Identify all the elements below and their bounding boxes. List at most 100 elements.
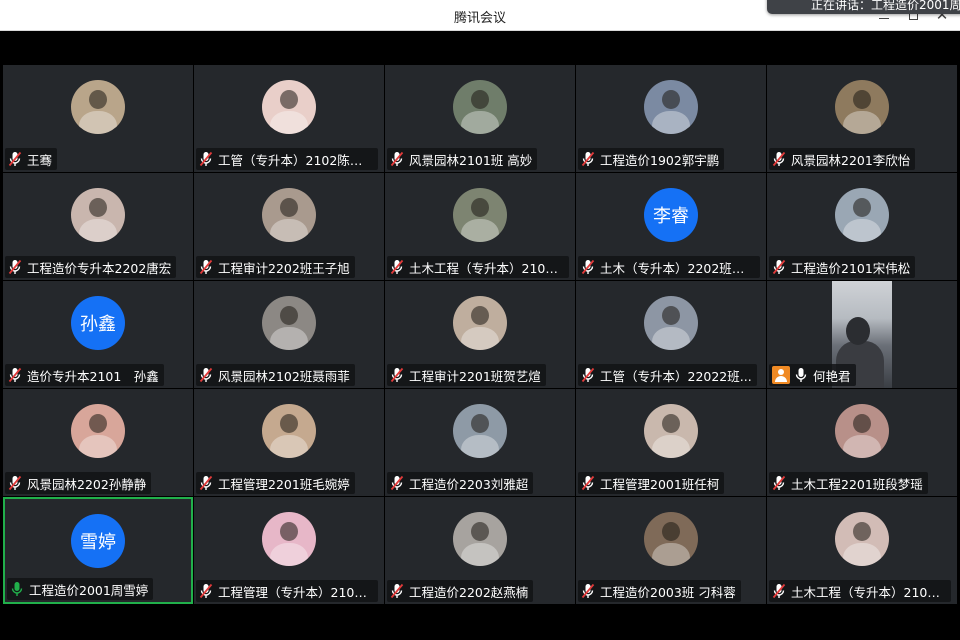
participant-gallery: 王骞 工管（专升本）2102陈佳... 风景园林2101班 高妙 工程造价1902郭宇… (3, 65, 957, 605)
mic-muted-icon (772, 151, 786, 167)
avatar (453, 296, 507, 350)
participant-tile[interactable]: 工程造价专升本2202唐宏 (3, 173, 193, 280)
participant-tile[interactable]: 雪婷工程造价2001周雪婷 (3, 497, 193, 604)
participant-label: 工程造价2001周雪婷 (7, 578, 154, 600)
participant-name: 工程审计2201班贺艺煊 (409, 368, 541, 384)
avatar (835, 80, 889, 134)
mic-muted-icon (8, 151, 22, 167)
participant-tile[interactable]: 工程审计2202班王子旭 (194, 173, 384, 280)
mic-muted-icon (581, 583, 595, 599)
participant-name: 工程管理2001班任柯 (600, 476, 720, 492)
avatar: 雪婷 (71, 514, 125, 568)
participant-label: 工程造价专升本2202唐宏 (5, 256, 177, 278)
mic-muted-icon (390, 367, 404, 383)
mic-muted-icon (8, 259, 22, 275)
participant-label: 工程审计2202班王子旭 (196, 256, 355, 278)
participant-tile[interactable]: 工程造价2101宋伟松 (767, 173, 957, 280)
participant-label: 工程管理2001班任柯 (578, 472, 725, 494)
participant-tile[interactable]: 风景园林2202孙静静 (3, 389, 193, 496)
avatar (71, 188, 125, 242)
participant-name: 土木工程（专升本）2102... (791, 584, 946, 600)
participant-label: 工程造价2202赵燕楠 (387, 580, 534, 602)
participant-name: 工程管理2201班毛婉婷 (218, 476, 350, 492)
avatar (644, 296, 698, 350)
avatar (262, 188, 316, 242)
avatar (453, 188, 507, 242)
avatar (644, 404, 698, 458)
participant-label: 工程造价2003班 刁科蓉 (578, 580, 741, 602)
participant-tile[interactable]: 土木工程2201班段梦瑶 (767, 389, 957, 496)
participant-tile[interactable]: 土木工程（专升本）2102... (767, 497, 957, 604)
participant-name: 工管（专升本）2102陈佳... (218, 152, 373, 168)
mic-muted-icon (581, 151, 595, 167)
participant-tile[interactable]: 李睿土木（专升本）2202班李... (576, 173, 766, 280)
participant-label: 工程造价2203刘雅超 (387, 472, 534, 494)
participant-label: 风景园林2102班聂雨菲 (196, 364, 355, 386)
participant-label: 工程造价1902郭宇鹏 (578, 148, 725, 170)
participant-name: 工程造价2003班 刁科蓉 (600, 584, 736, 600)
avatar (262, 296, 316, 350)
participant-name: 风景园林2102班聂雨菲 (218, 368, 350, 384)
mic-muted-icon (390, 475, 404, 491)
mic-muted-icon (772, 259, 786, 275)
participant-tile[interactable]: 工程管理2001班任柯 (576, 389, 766, 496)
participant-label: 工程管理2201班毛婉婷 (196, 472, 355, 494)
participant-tile[interactable]: 工管（专升本）22022班... (576, 281, 766, 388)
avatar: 李睿 (644, 188, 698, 242)
host-icon (772, 366, 790, 384)
mic-muted-icon (772, 583, 786, 599)
participant-tile[interactable]: 工程造价1902郭宇鹏 (576, 65, 766, 172)
participant-label: 工程造价2101宋伟松 (769, 256, 916, 278)
participant-tile[interactable]: 工程造价2203刘雅超 (385, 389, 575, 496)
participant-name: 何艳君 (813, 368, 851, 384)
avatar (835, 512, 889, 566)
participant-name: 工程造价2101宋伟松 (791, 260, 911, 276)
mic-muted-icon (581, 475, 595, 491)
mic-muted-icon (8, 367, 22, 383)
mic-muted-icon (390, 151, 404, 167)
participant-name: 土木工程2201班段梦瑶 (791, 476, 923, 492)
avatar: 孙鑫 (71, 296, 125, 350)
participant-tile[interactable]: 工程造价2003班 刁科蓉 (576, 497, 766, 604)
mic-muted-icon (581, 259, 595, 275)
participant-label: 工管（专升本）22022班... (578, 364, 757, 386)
participant-tile[interactable]: 土木工程（专升本）2101... (385, 173, 575, 280)
participant-tile[interactable]: 王骞 (3, 65, 193, 172)
mic-muted-icon (199, 475, 213, 491)
participant-label: 风景园林2201李欣怡 (769, 148, 916, 170)
avatar (453, 404, 507, 458)
participant-tile[interactable]: 工程审计2201班贺艺煊 (385, 281, 575, 388)
participant-tile[interactable]: 工管（专升本）2102陈佳... (194, 65, 384, 172)
participant-name: 工程造价2202赵燕楠 (409, 584, 529, 600)
participant-name: 造价专升本2101 孙鑫 (27, 368, 159, 384)
participant-label: 土木（专升本）2202班李... (578, 256, 760, 278)
participant-label: 造价专升本2101 孙鑫 (5, 364, 164, 386)
mic-icon (11, 582, 23, 596)
speaking-notice: 正在讲话：工程造价2001周雪婷 (767, 0, 960, 14)
avatar (835, 404, 889, 458)
participant-label: 土木工程（专升本）2102... (769, 580, 951, 602)
participant-tile[interactable]: 工程管理（专升本）2101... (194, 497, 384, 604)
participant-name: 土木工程（专升本）2101... (409, 260, 564, 276)
participant-name: 风景园林2202孙静静 (27, 476, 147, 492)
participant-tile[interactable]: 孙鑫造价专升本2101 孙鑫 (3, 281, 193, 388)
participant-name: 风景园林2101班 高妙 (409, 152, 533, 168)
participant-tile[interactable]: 工程造价2202赵燕楠 (385, 497, 575, 604)
avatar (262, 512, 316, 566)
avatar (262, 80, 316, 134)
participant-name: 工程造价2203刘雅超 (409, 476, 529, 492)
mic-icon (795, 368, 807, 382)
participant-name: 风景园林2201李欣怡 (791, 152, 911, 168)
participant-name: 工程造价2001周雪婷 (29, 582, 149, 598)
participant-label: 何艳君 (769, 364, 856, 386)
participant-tile[interactable]: 何艳君 (767, 281, 957, 388)
participant-tile[interactable]: 风景园林2101班 高妙 (385, 65, 575, 172)
participant-label: 工程审计2201班贺艺煊 (387, 364, 546, 386)
avatar (71, 80, 125, 134)
mic-muted-icon (199, 259, 213, 275)
participant-tile[interactable]: 工程管理2201班毛婉婷 (194, 389, 384, 496)
participant-tile[interactable]: 风景园林2201李欣怡 (767, 65, 957, 172)
participant-label: 工程管理（专升本）2101... (196, 580, 378, 602)
participant-tile[interactable]: 风景园林2102班聂雨菲 (194, 281, 384, 388)
participant-name: 王骞 (27, 152, 53, 168)
